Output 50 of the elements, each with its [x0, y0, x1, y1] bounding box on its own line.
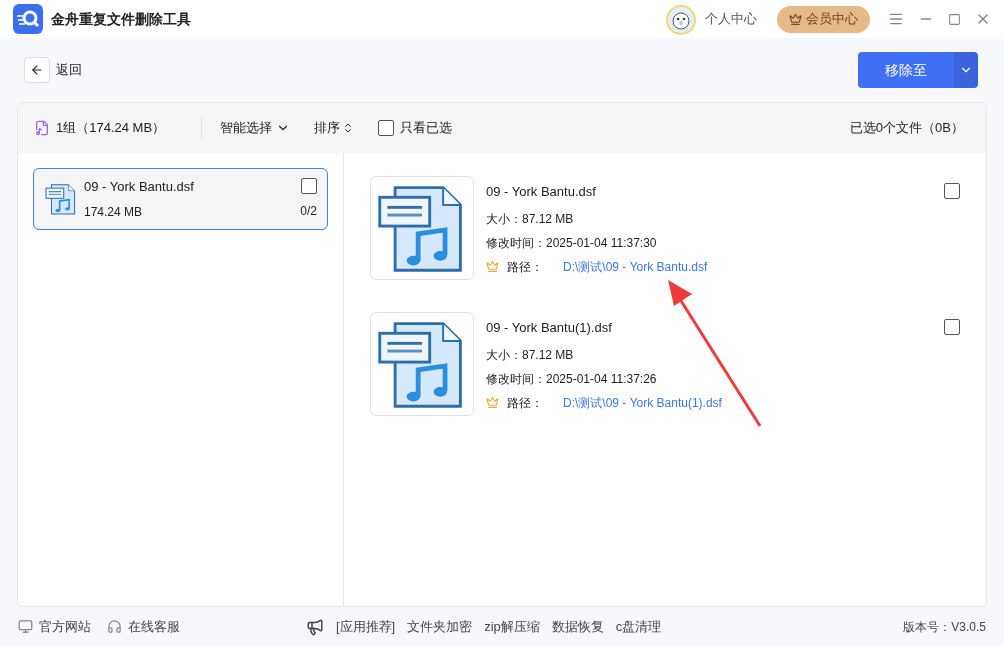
- file-name: 09 - York Bantu(1).dsf: [486, 319, 613, 337]
- recommend-link[interactable]: c盘清理: [615, 616, 662, 637]
- path-label: 路径：: [507, 394, 543, 412]
- audio-file-icon: [44, 182, 78, 216]
- recommend-link[interactable]: 文件夹加密: [407, 616, 473, 637]
- website-link[interactable]: 官方网站: [39, 616, 91, 637]
- only-selected-checkbox[interactable]: [378, 120, 395, 136]
- back-button[interactable]: [24, 57, 50, 83]
- user-center-link[interactable]: 个人中心: [705, 9, 757, 29]
- support-link[interactable]: 在线客服: [128, 616, 180, 637]
- back-label: 返回: [56, 61, 82, 80]
- smart-select-dropdown[interactable]: 智能选择: [220, 118, 291, 138]
- file-modified-time: 修改时间：2025-01-04 11:37:26: [486, 370, 658, 388]
- version-label: 版本号：V3.0.5: [903, 618, 986, 636]
- avatar-icon: [665, 3, 697, 35]
- remove-options-dropdown[interactable]: [954, 52, 978, 88]
- vip-center-button[interactable]: 会员中心: [777, 5, 870, 33]
- group-size: 174.24 MB: [84, 203, 144, 221]
- file-modified-time: 修改时间：2025-01-04 11:37:30: [486, 234, 658, 252]
- file-name: 09 - York Bantu.dsf: [486, 183, 597, 201]
- window-title: 金舟重复文件删除工具: [51, 9, 191, 29]
- only-selected-label: 只看已选: [400, 119, 453, 138]
- file-path-link[interactable]: D:\测试\09 - York Bantu.dsf: [563, 257, 708, 276]
- file-checkbox[interactable]: [944, 183, 960, 199]
- app-logo-icon: [13, 4, 43, 34]
- file-path-link[interactable]: D:\测试\09 - York Bantu(1).dsf: [563, 393, 722, 412]
- audio-file-icon: [34, 120, 50, 136]
- remove-to-button[interactable]: 移除至: [858, 52, 954, 88]
- maximize-icon[interactable]: [948, 12, 961, 26]
- group-checkbox[interactable]: [301, 178, 317, 194]
- recommend-link[interactable]: zip解压缩: [484, 616, 540, 637]
- monitor-icon: [18, 619, 33, 634]
- file-size: 大小：87.12 MB: [486, 210, 575, 228]
- file-size: 大小：87.12 MB: [486, 346, 575, 364]
- sort-button[interactable]: 排序: [314, 118, 355, 138]
- group-file-name: 09 - York Bantu.dsf: [84, 178, 195, 197]
- headset-icon: [107, 619, 122, 634]
- selected-summary: 已选0个文件（0B）: [849, 119, 964, 138]
- crown-icon: [486, 396, 499, 409]
- crown-icon: [789, 12, 802, 26]
- megaphone-icon: [306, 617, 324, 636]
- recommend-link[interactable]: 数据恢复: [551, 616, 604, 637]
- menu-icon[interactable]: [888, 11, 904, 27]
- group-summary: 1组（174.24 MB）: [56, 119, 166, 138]
- crown-icon: [486, 260, 499, 273]
- group-card[interactable]: 09 - York Bantu.dsf 174.24 MB 0/2: [33, 168, 328, 230]
- file-checkbox[interactable]: [944, 319, 960, 335]
- recommend-link[interactable]: [应用推荐]: [336, 616, 396, 637]
- group-count: 0/2: [300, 203, 317, 220]
- path-label: 路径：: [507, 258, 543, 276]
